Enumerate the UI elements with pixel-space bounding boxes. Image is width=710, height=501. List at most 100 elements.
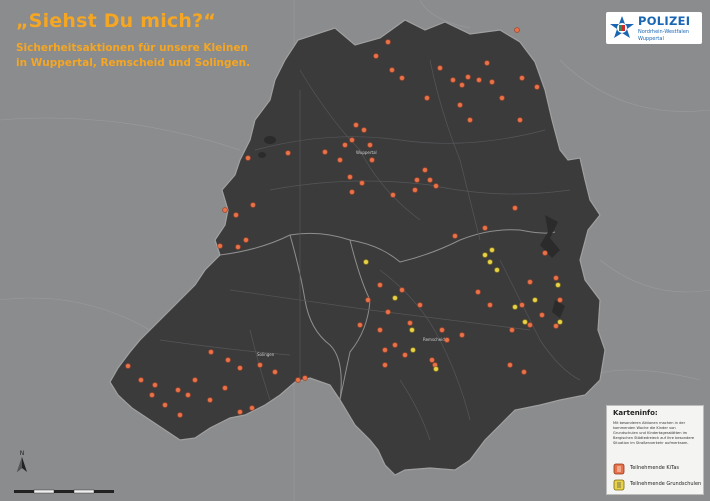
kita-marker [373,53,379,59]
kita-marker [177,412,183,418]
kita-marker [125,363,131,369]
kita-marker [422,167,428,173]
kita-marker [382,362,388,368]
school-marker [409,327,415,333]
kita-marker [349,137,355,143]
kita-marker [519,75,525,81]
kita-marker [424,95,430,101]
kita-marker [185,392,191,398]
kita-marker [487,302,493,308]
kita-marker [514,27,520,33]
kita-marker [349,189,355,195]
region-map: Wuppertal Solingen Remscheid [0,0,710,501]
logo-title: POLIZEI [638,14,691,28]
kita-marker [482,225,488,231]
school-marker [392,295,398,301]
kita-marker [429,357,435,363]
kita-marker [152,382,158,388]
scale-bar [14,489,114,494]
kita-marker [427,177,433,183]
compass-letter: N [20,450,25,457]
kita-marker [149,392,155,398]
kita-marker [382,347,388,353]
kita-marker [444,337,450,343]
kita-marker [467,117,473,123]
kita-marker [250,202,256,208]
logo-state: Nordrhein-Westfalen [638,29,690,35]
kita-marker [475,289,481,295]
kita-marker [402,352,408,358]
school-marker [512,304,518,310]
subtitle-line-2: in Wuppertal, Remscheid und Solingen. [16,57,251,69]
kita-marker [521,369,527,375]
legend-label-kitas: Teilnehmende KiTas [630,465,679,471]
kita-marker [557,297,563,303]
school-marker [532,297,538,303]
police-logo: POLIZEI Nordrhein-Westfalen Wuppertal [606,12,702,44]
kita-marker [243,237,249,243]
police-star-icon [610,16,634,38]
kita-marker [452,233,458,239]
kita-marker [272,369,278,375]
kita-marker [489,79,495,85]
kita-marker [439,327,445,333]
kita-marker [207,397,213,403]
kita-marker [414,177,420,183]
kita-marker [417,302,423,308]
kita-marker [369,157,375,163]
kita-marker [245,155,251,161]
school-marker [433,366,439,372]
kita-marker [222,385,228,391]
kita-marker [407,320,413,326]
school-marker [557,319,563,325]
kita-marker [237,365,243,371]
kita-marker [162,402,168,408]
kita-marker [233,212,239,218]
legend-label-schools: Teilnehmende Grundschulen [630,481,702,487]
kita-marker [392,342,398,348]
kita-marker [192,377,198,383]
school-marker [522,319,528,325]
kita-marker [295,377,301,383]
kita-marker [322,149,328,155]
kita-marker [437,65,443,71]
kita-marker [399,75,405,81]
kita-marker [507,362,513,368]
school-marker [487,259,493,265]
kita-marker [542,250,548,256]
school-marker [482,252,488,258]
legend-box: Karteninfo: Mit besonderen Aktionen mach… [606,405,704,495]
school-marker-icon [613,479,625,491]
kita-marker [342,142,348,148]
kita-marker [527,279,533,285]
school-marker [555,282,561,288]
kita-marker [509,327,515,333]
kita-marker [225,357,231,363]
kita-marker [359,180,365,186]
kita-marker [499,95,505,101]
legend-title: Karteninfo: [613,409,658,417]
kita-marker [257,362,263,368]
north-arrow-icon: N [17,450,27,472]
kita-marker [235,244,241,250]
subtitle-line-1: Sicherheitsaktionen für unsere Kleinen [16,42,248,54]
place-label-wuppertal: Wuppertal [356,150,377,155]
school-marker [494,267,500,273]
kita-marker [433,183,439,189]
kita-marker [365,297,371,303]
kita-marker [476,77,482,83]
kita-marker [457,102,463,108]
kita-marker [222,207,228,213]
kita-marker [357,322,363,328]
kita-marker [237,409,243,415]
kita-marker [450,77,456,83]
kita-marker [347,174,353,180]
kita-marker [285,150,291,156]
kita-marker [249,405,255,411]
kita-marker-icon [613,463,625,475]
map-title: „Siehst Du mich?“ [16,10,217,32]
legend-description: Mit besonderen Aktionen machen in der ko… [613,421,695,445]
kita-marker [217,243,223,249]
kita-marker [412,187,418,193]
map-stage: Wuppertal Solingen Remscheid „Siehst Du … [0,0,710,501]
